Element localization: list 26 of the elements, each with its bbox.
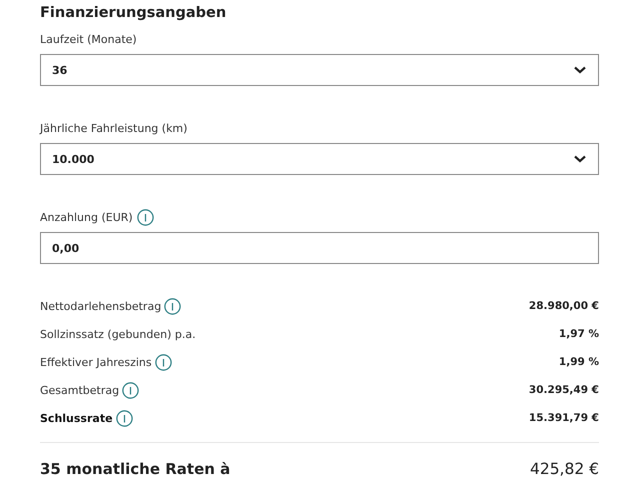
summary-value: 1,99 % [558, 356, 599, 368]
total-label: 35 monatliche Raten à [40, 460, 230, 478]
info-icon[interactable] [116, 410, 133, 426]
summary-label: Effektiver Jahreszins [40, 356, 152, 368]
field-label: Laufzeit (Monate) [40, 33, 137, 46]
summary-value: 15.391,79 € [528, 412, 599, 424]
info-icon[interactable] [136, 209, 154, 226]
dropdown-field[interactable]: 36 [40, 54, 599, 86]
section-title: Finanzierungsangaben [40, 5, 228, 21]
summary-label: Schlussrate [40, 412, 113, 424]
summary-label: Gesamtbetrag [40, 384, 120, 396]
info-icon[interactable] [122, 382, 140, 398]
field-label: Anzahlung (EUR) [40, 211, 133, 224]
dropdown-field[interactable]: 10.000 [40, 143, 599, 175]
field-label: Jährliche Fahrleistung (km) [40, 122, 188, 135]
info-icon[interactable] [154, 354, 172, 370]
info-icon[interactable] [164, 298, 182, 314]
chevron-down-icon [574, 155, 586, 163]
total-value: 425,82 € [530, 460, 599, 478]
input-field[interactable]: 0,00 [40, 232, 599, 264]
summary-value: 1,97 % [558, 328, 599, 340]
summary-value: 30.295,49 € [528, 384, 599, 396]
summary-value: 28.980,00 € [528, 300, 599, 312]
summary-label: Sollzinssatz (gebunden) p.a. [40, 328, 196, 340]
chevron-down-icon [574, 66, 586, 74]
summary-label: Nettodarlehensbetrag [40, 300, 162, 312]
